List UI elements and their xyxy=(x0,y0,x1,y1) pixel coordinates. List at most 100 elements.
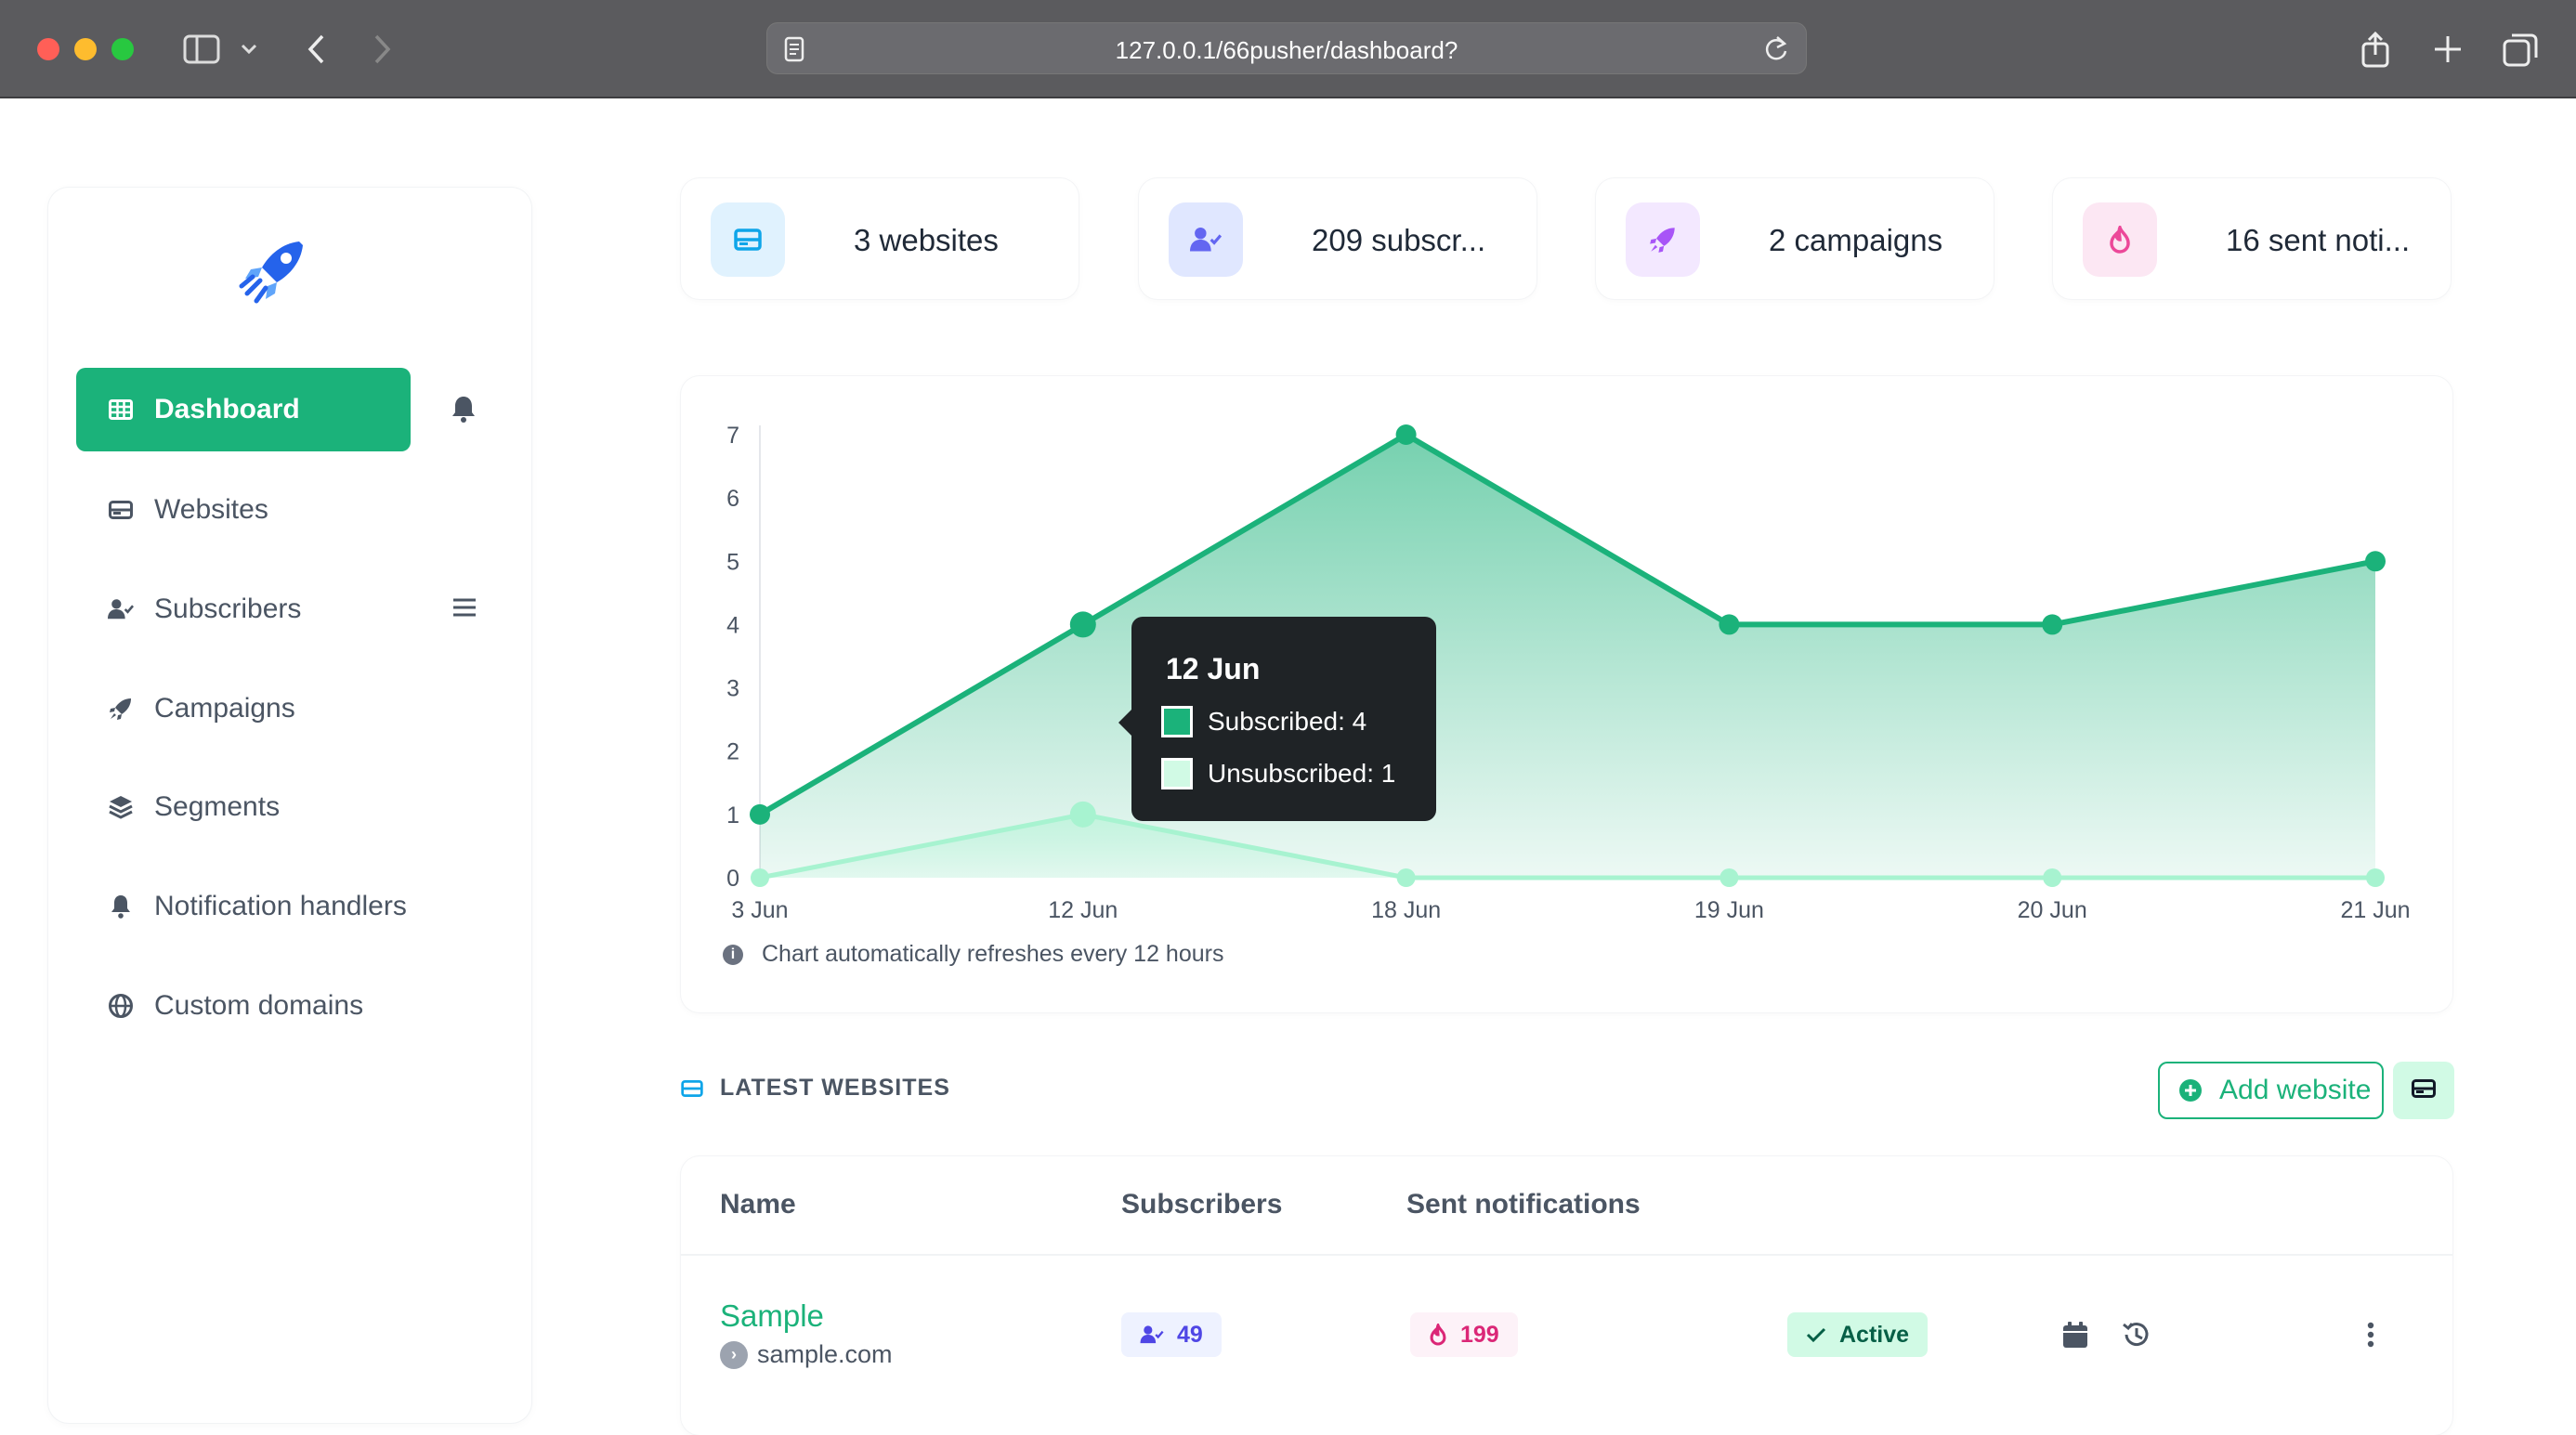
info-icon: i xyxy=(723,944,743,965)
website-name-link[interactable]: Sample xyxy=(720,1298,824,1334)
website-domain-text: sample.com xyxy=(757,1340,893,1368)
column-header-name[interactable]: Name xyxy=(720,1189,796,1220)
sidebar-item-custom-domains[interactable]: Custom domains xyxy=(76,964,411,1048)
y-tick-label: 0 xyxy=(726,866,739,892)
y-tick-label: 2 xyxy=(726,739,739,765)
sidebar-item-segments[interactable]: Segments xyxy=(76,765,411,849)
status-text: Active xyxy=(1839,1321,1910,1348)
browser-toolbar: 127.0.0.1/66pusher/dashboard? xyxy=(0,0,2576,98)
data-point-subscribed xyxy=(2365,551,2386,572)
latest-websites-heading: LATEST WEBSITES xyxy=(681,1075,950,1102)
check-icon xyxy=(1806,1326,1826,1343)
sidebar: Dashboard Websites Subscribers Campaigns… xyxy=(48,188,531,1423)
chart-note: i Chart automatically refreshes every 12… xyxy=(723,941,1223,968)
subscribers-chart[interactable]: 0 1 2 3 4 5 6 7 3 Jun 12 Jun 18 Jun 19 Jun 20 Jun 21 … xyxy=(681,376,2452,933)
section-title: LATEST WEBSITES xyxy=(720,1075,950,1101)
rocket-icon xyxy=(108,696,134,722)
bell-icon[interactable] xyxy=(445,390,482,427)
add-website-label: Add website xyxy=(2219,1075,2372,1105)
x-tick-label: 21 Jun xyxy=(2340,897,2410,923)
x-tick-label: 19 Jun xyxy=(1694,897,1764,923)
legend-swatch xyxy=(1161,758,1193,789)
user-check-icon xyxy=(1169,202,1243,277)
menu-lines-icon[interactable] xyxy=(446,589,483,626)
sidebar-item-websites[interactable]: Websites xyxy=(76,468,411,552)
data-point-unsubscribed xyxy=(2366,868,2385,887)
legend-swatch xyxy=(1161,706,1193,737)
series-area-subscribed xyxy=(760,435,2375,878)
history-icon[interactable] xyxy=(2115,1314,2156,1355)
sidebar-item-label: Notification handlers xyxy=(154,891,407,921)
y-tick-label: 6 xyxy=(726,486,739,512)
stat-value: 16 sent noti... xyxy=(2226,223,2411,257)
card-icon xyxy=(681,1079,703,1097)
card-icon xyxy=(2412,1078,2436,1102)
fire-icon xyxy=(2083,202,2157,277)
minimize-window-button[interactable] xyxy=(74,38,97,60)
add-website-button[interactable]: Add website xyxy=(2158,1062,2384,1119)
tab-overview-icon[interactable] xyxy=(2497,26,2543,72)
stat-card-sent-notifications[interactable]: 16 sent noti... xyxy=(2053,178,2451,299)
chart-note-text: Chart automatically refreshes every 12 h… xyxy=(762,941,1224,967)
stat-value: 3 websites xyxy=(854,223,999,257)
stat-value: 2 campaigns xyxy=(1769,223,1943,257)
sidebar-item-dashboard[interactable]: Dashboard xyxy=(76,368,411,451)
stat-card-subscribers[interactable]: 209 subscr... xyxy=(1139,178,1536,299)
column-header-sent-notifications[interactable]: Sent notifications xyxy=(1406,1189,1641,1220)
stat-card-websites[interactable]: 3 websites xyxy=(681,178,1079,299)
reload-icon[interactable] xyxy=(1763,34,1789,67)
tooltip-row-subscribed: Subscribed: 4 xyxy=(1161,706,1366,737)
forward-icon[interactable] xyxy=(359,26,405,72)
data-point-unsubscribed xyxy=(1069,801,1096,828)
x-tick-label: 20 Jun xyxy=(2018,897,2087,923)
sidebar-item-campaigns[interactable]: Campaigns xyxy=(76,667,411,750)
y-tick-label: 1 xyxy=(726,802,739,828)
sent-notifications-badge[interactable]: 199 xyxy=(1410,1312,1518,1357)
x-tick-label: 12 Jun xyxy=(1048,897,1118,923)
chevron-down-icon[interactable] xyxy=(230,26,268,72)
rocket-logo-icon[interactable] xyxy=(234,236,318,310)
data-point-subscribed xyxy=(1719,614,1740,635)
maximize-window-button[interactable] xyxy=(111,38,134,60)
website-domain[interactable]: › sample.com xyxy=(720,1340,893,1369)
card-icon xyxy=(711,202,785,277)
new-tab-icon[interactable] xyxy=(2425,26,2471,72)
data-point-unsubscribed xyxy=(2043,868,2062,887)
stat-card-campaigns[interactable]: 2 campaigns xyxy=(1596,178,1994,299)
globe-icon xyxy=(108,993,134,1019)
more-options-icon[interactable] xyxy=(2350,1314,2391,1355)
sidebar-item-notification-handlers[interactable]: Notification handlers xyxy=(76,865,411,948)
data-point-unsubscribed xyxy=(1720,868,1739,887)
chevron-right-circle-icon: › xyxy=(720,1340,748,1369)
share-icon[interactable] xyxy=(2352,26,2399,72)
user-check-icon xyxy=(108,596,134,622)
fire-icon xyxy=(1429,1324,1447,1346)
tooltip-row-unsubscribed: Unsubscribed: 1 xyxy=(1161,758,1395,789)
y-tick-label: 5 xyxy=(726,549,739,575)
column-header-subscribers[interactable]: Subscribers xyxy=(1121,1189,1282,1220)
sent-count: 199 xyxy=(1460,1321,1499,1348)
subscribers-count: 49 xyxy=(1177,1321,1203,1348)
bell-icon xyxy=(108,894,134,920)
chart-tooltip: 12 Jun Subscribed: 4 Unsubscribed: 1 xyxy=(1118,617,1436,821)
websites-link-button[interactable] xyxy=(2393,1062,2454,1119)
tooltip-title: 12 Jun xyxy=(1166,652,1261,685)
data-point-unsubscribed xyxy=(751,868,769,887)
data-point-unsubscribed xyxy=(1396,868,1416,887)
y-tick-label: 7 xyxy=(726,423,739,449)
x-tick-label: 3 Jun xyxy=(731,897,788,923)
address-bar[interactable]: 127.0.0.1/66pusher/dashboard? xyxy=(766,22,1807,74)
stat-value: 209 subscr... xyxy=(1312,223,1486,257)
layers-icon xyxy=(108,794,134,820)
sidebar-item-label: Subscribers xyxy=(154,594,302,624)
sidebar-item-subscribers[interactable]: Subscribers xyxy=(76,567,411,651)
data-point-subscribed xyxy=(1395,424,1417,445)
subscribers-badge[interactable]: 49 xyxy=(1121,1312,1222,1357)
close-window-button[interactable] xyxy=(37,38,59,60)
sidebar-item-label: Campaigns xyxy=(154,693,295,724)
x-tick-label: 18 Jun xyxy=(1371,897,1441,923)
calendar-icon[interactable] xyxy=(2055,1314,2096,1355)
sidebar-toggle-icon[interactable] xyxy=(178,26,225,72)
back-icon[interactable] xyxy=(294,26,340,72)
table-icon xyxy=(108,397,134,423)
